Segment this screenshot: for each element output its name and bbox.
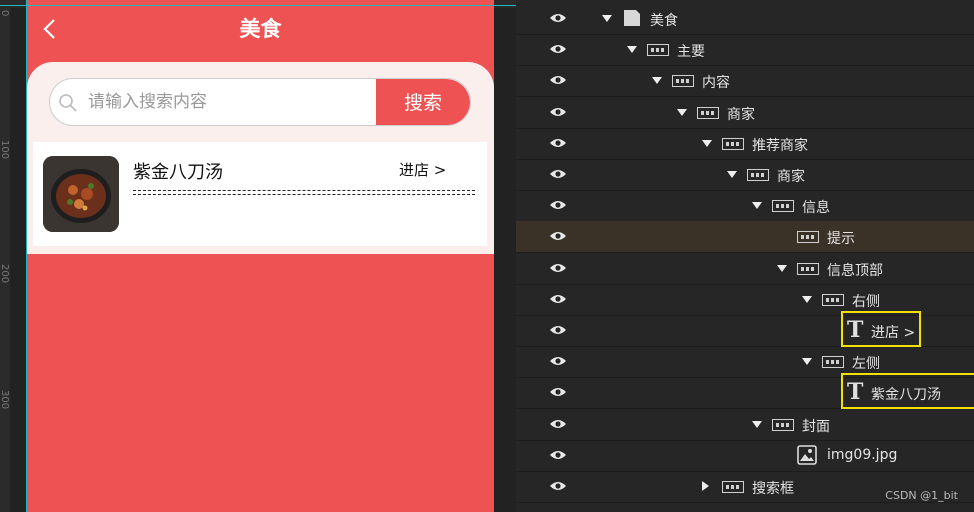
eye-icon[interactable] xyxy=(549,43,567,55)
caret-down-icon[interactable] xyxy=(677,108,687,116)
layer-label: 信息 xyxy=(802,200,830,217)
eye-icon[interactable] xyxy=(549,12,567,24)
layer-label: 美食 xyxy=(650,13,678,29)
phone-artboard: 美食 请输入搜索内容 搜索 紫金八刀汤 进店 > xyxy=(27,0,494,512)
layer-row[interactable]: 信息 xyxy=(516,190,974,223)
caret-down-icon[interactable] xyxy=(627,46,637,54)
eye-icon[interactable] xyxy=(549,262,567,274)
eye-icon[interactable] xyxy=(549,355,567,367)
layer-label: 封面 xyxy=(802,418,830,435)
caret-right-icon[interactable] xyxy=(702,481,709,491)
caret-down-icon[interactable] xyxy=(802,295,812,303)
layer-label: 右侧 xyxy=(852,293,880,310)
frame-icon xyxy=(822,356,844,369)
layers-panel: 美食 主要 内容 商家 推荐商家 商家 信息 提示 信息顶部 右侧 T 进店 > 左侧 T 紫金八刀汤 封面 i… xyxy=(516,0,974,512)
page-title: 美食 xyxy=(239,17,282,41)
selection-highlight-box xyxy=(841,373,974,410)
layer-label: 推荐商家 xyxy=(752,137,808,154)
shop-card[interactable]: 紫金八刀汤 进店 > xyxy=(33,142,487,246)
caret-down-icon[interactable] xyxy=(602,15,612,22)
image-icon xyxy=(797,444,817,465)
ruler-vertical: 0 100 200 300 xyxy=(0,0,10,512)
ruler-tick: 100 xyxy=(0,140,10,160)
layer-label: img09.jpg xyxy=(827,446,898,463)
layer-label: 提示 xyxy=(827,231,855,248)
frame-icon xyxy=(647,44,669,57)
ruler-tick: 300 xyxy=(0,390,10,410)
ruler-tick: 200 xyxy=(0,264,10,284)
eye-icon[interactable] xyxy=(549,168,567,180)
layer-row[interactable]: 商家 xyxy=(516,97,974,129)
food-image xyxy=(43,156,119,232)
layer-label: 商家 xyxy=(777,169,805,185)
eye-icon[interactable] xyxy=(549,480,567,492)
search-input[interactable]: 请输入搜索内容 xyxy=(88,79,368,125)
eye-icon[interactable] xyxy=(549,199,567,211)
search-bar: 请输入搜索内容 搜索 xyxy=(49,78,471,126)
shop-cover-image xyxy=(43,156,119,232)
ruler-tick: 0 xyxy=(0,10,10,17)
frame-icon xyxy=(797,262,819,275)
layer-row[interactable]: T 紫金八刀汤 xyxy=(516,373,974,410)
eye-icon[interactable] xyxy=(549,418,567,430)
layer-row[interactable]: 封面 xyxy=(516,409,974,441)
frame-icon xyxy=(772,418,794,431)
layer-row[interactable]: 提示 xyxy=(516,221,974,254)
guide-line-vertical xyxy=(26,0,27,512)
selection-highlight-box xyxy=(841,311,921,347)
layer-label: 内容 xyxy=(702,75,730,92)
enter-shop-link[interactable]: 进店 > xyxy=(399,159,446,180)
eye-icon[interactable] xyxy=(549,137,567,149)
frame-icon xyxy=(797,231,819,244)
frame-icon xyxy=(722,137,744,150)
caret-down-icon[interactable] xyxy=(752,202,762,210)
layer-label: 主要 xyxy=(677,44,705,61)
watermark: CSDN @1_bit xyxy=(885,489,958,502)
layer-row[interactable]: 信息顶部 xyxy=(516,253,974,285)
caret-down-icon[interactable] xyxy=(727,171,737,178)
guide-line-horizontal xyxy=(0,5,516,6)
content-panel: 请输入搜索内容 搜索 紫金八刀汤 进店 > xyxy=(27,62,494,254)
search-icon xyxy=(59,94,77,112)
frame-icon xyxy=(747,169,769,181)
layer-row[interactable]: 商家 xyxy=(516,159,974,191)
eye-icon[interactable] xyxy=(549,74,567,86)
layer-row[interactable]: 主要 xyxy=(516,34,974,67)
search-button[interactable]: 搜索 xyxy=(376,79,470,125)
page-icon xyxy=(624,10,640,26)
frame-icon xyxy=(722,481,744,493)
layer-label: 商家 xyxy=(727,106,755,123)
frame-icon xyxy=(822,293,844,306)
layer-label: 搜索框 xyxy=(752,481,794,497)
frame-icon xyxy=(697,106,719,119)
layer-row[interactable]: 美食 xyxy=(516,3,974,35)
layer-label: 信息顶部 xyxy=(827,262,883,279)
shop-name: 紫金八刀汤 xyxy=(133,162,223,183)
eye-icon[interactable] xyxy=(549,293,567,305)
caret-down-icon[interactable] xyxy=(752,420,762,428)
layer-row[interactable]: 推荐商家 xyxy=(516,128,974,160)
eye-icon[interactable] xyxy=(549,449,567,461)
eye-icon[interactable] xyxy=(549,230,567,242)
caret-down-icon[interactable] xyxy=(802,358,812,366)
eye-icon[interactable] xyxy=(549,386,567,398)
layer-row[interactable]: img09.jpg xyxy=(516,440,974,472)
layer-row[interactable]: 内容 xyxy=(516,65,974,98)
caret-down-icon[interactable] xyxy=(652,77,662,85)
eye-icon[interactable] xyxy=(549,106,567,118)
dashed-divider xyxy=(133,190,475,195)
caret-down-icon[interactable] xyxy=(702,139,712,147)
layer-label: 左侧 xyxy=(852,356,880,373)
layer-row[interactable]: T 进店 > xyxy=(516,311,974,347)
caret-down-icon[interactable] xyxy=(777,264,787,272)
frame-icon xyxy=(772,200,794,213)
frame-icon xyxy=(672,75,694,88)
eye-icon[interactable] xyxy=(549,324,567,336)
